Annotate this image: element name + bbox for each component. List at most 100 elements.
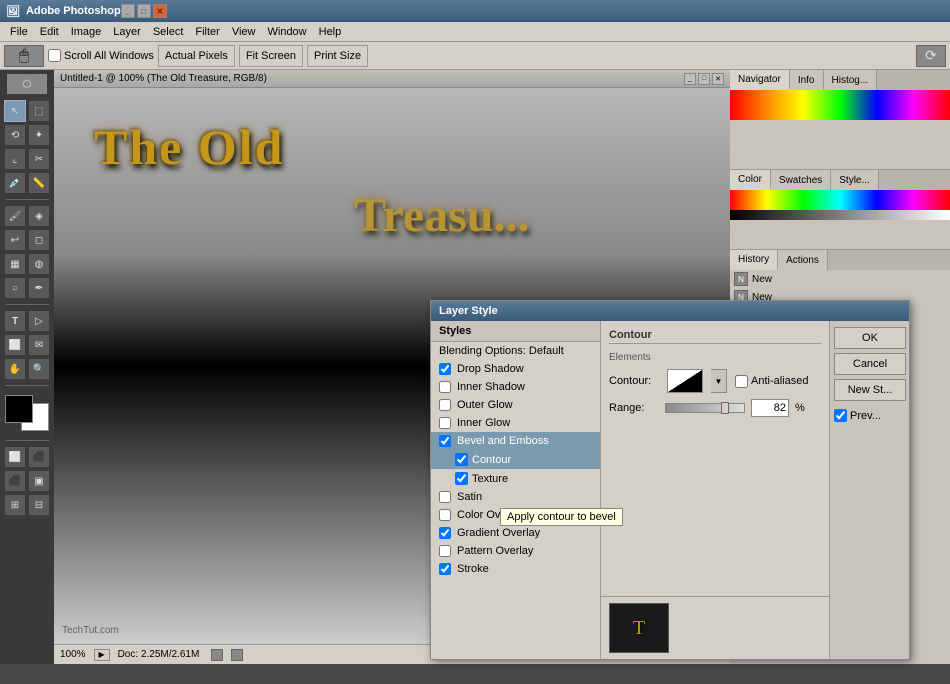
ok-button[interactable]: OK xyxy=(834,327,906,349)
type-tool[interactable]: T xyxy=(4,310,26,332)
pen-tool[interactable]: ✒ xyxy=(28,277,50,299)
cancel-button[interactable]: Cancel xyxy=(834,353,906,375)
contour-preview-dropdown[interactable]: ▼ xyxy=(711,369,727,393)
lasso-tool[interactable]: ⟲ xyxy=(4,124,26,146)
minimize-btn[interactable]: _ xyxy=(121,4,135,18)
brush-tool[interactable]: 🖌 xyxy=(4,205,26,227)
style-stroke-check[interactable] xyxy=(439,563,451,575)
eraser-tool[interactable]: ◻ xyxy=(28,229,50,251)
foreground-color-swatch[interactable] xyxy=(5,395,33,423)
move-tool[interactable]: ↖ xyxy=(4,100,26,122)
menu-image[interactable]: Image xyxy=(65,24,108,40)
tab-swatches[interactable]: Swatches xyxy=(771,170,831,190)
menu-layer[interactable]: Layer xyxy=(107,24,147,40)
style-pattern-overlay[interactable]: Pattern Overlay xyxy=(431,542,600,560)
extra-tool-2[interactable]: ⊟ xyxy=(28,494,50,516)
style-inner-shadow-check[interactable] xyxy=(439,381,451,393)
style-pattern-overlay-check[interactable] xyxy=(439,545,451,557)
style-drop-shadow-check[interactable] xyxy=(439,363,451,375)
screen-mode-2[interactable]: ▣ xyxy=(28,470,50,492)
canvas-maximize[interactable]: □ xyxy=(698,73,710,85)
tab-styles[interactable]: Style... xyxy=(831,170,879,190)
stamp-tool[interactable]: ◈ xyxy=(28,205,50,227)
blur-tool[interactable]: ◍ xyxy=(28,253,50,275)
style-color-overlay-check[interactable] xyxy=(439,509,451,521)
tab-history[interactable]: History xyxy=(730,250,778,270)
prev-button[interactable] xyxy=(211,649,223,661)
style-contour[interactable]: Contour xyxy=(431,450,600,469)
canvas-minimize[interactable]: _ xyxy=(684,73,696,85)
style-outer-glow-check[interactable] xyxy=(439,399,451,411)
style-inner-glow[interactable]: Inner Glow xyxy=(431,414,600,432)
tab-info[interactable]: Info xyxy=(790,70,824,90)
crop-tool[interactable]: ⌞ xyxy=(4,148,26,170)
style-gradient-overlay[interactable]: Gradient Overlay xyxy=(431,524,600,542)
scroll-all-windows-check[interactable]: Scroll All Windows xyxy=(48,49,154,62)
standard-mode[interactable]: ⬜ xyxy=(4,446,26,468)
close-btn[interactable]: ✕ xyxy=(153,4,167,18)
new-style-button[interactable]: New St... xyxy=(834,379,906,401)
style-inner-glow-check[interactable] xyxy=(439,417,451,429)
maximize-btn[interactable]: □ xyxy=(137,4,151,18)
hand-tool[interactable]: ✋ xyxy=(4,358,26,380)
menu-window[interactable]: Window xyxy=(262,24,313,40)
preview-checkbox[interactable] xyxy=(834,409,847,422)
extra-tool-1[interactable]: ⊞ xyxy=(4,494,26,516)
style-satin[interactable]: Satin xyxy=(431,488,600,506)
magic-wand-tool[interactable]: ✦ xyxy=(28,124,50,146)
fit-screen-btn[interactable]: Fit Screen xyxy=(239,45,303,67)
anti-aliased-checkbox[interactable] xyxy=(735,375,748,388)
style-blending-options[interactable]: Blending Options: Default xyxy=(431,342,600,360)
range-slider[interactable] xyxy=(665,403,745,413)
tab-navigator[interactable]: Navigator xyxy=(730,70,790,90)
menu-filter[interactable]: Filter xyxy=(189,24,225,40)
tab-actions[interactable]: Actions xyxy=(778,250,828,270)
shape-tool[interactable]: ⬜ xyxy=(4,334,26,356)
style-texture-check[interactable] xyxy=(455,472,468,485)
style-bevel-emboss-check[interactable] xyxy=(439,435,451,447)
canvas-close[interactable]: ✕ xyxy=(712,73,724,85)
contour-preview-box[interactable] xyxy=(667,369,703,393)
path-select-tool[interactable]: ▷ xyxy=(28,310,50,332)
screen-mode[interactable]: ⬛ xyxy=(4,470,26,492)
style-satin-check[interactable] xyxy=(439,491,451,503)
history-item-0[interactable]: N New xyxy=(730,270,950,288)
ruler-tool[interactable]: 📏 xyxy=(28,172,50,194)
menu-help[interactable]: Help xyxy=(313,24,348,40)
notes-tool[interactable]: ✉ xyxy=(28,334,50,356)
actual-pixels-btn[interactable]: Actual Pixels xyxy=(158,45,235,67)
style-gradient-overlay-check[interactable] xyxy=(439,527,451,539)
style-drop-shadow[interactable]: Drop Shadow xyxy=(431,360,600,378)
color-spectrum[interactable] xyxy=(730,190,950,210)
style-inner-shadow[interactable]: Inner Shadow xyxy=(431,378,600,396)
tab-color[interactable]: Color xyxy=(730,170,771,190)
menu-view[interactable]: View xyxy=(226,24,262,40)
tool-row-9: T ▷ xyxy=(4,310,50,332)
contour-sub-title: Elements xyxy=(609,352,821,363)
style-outer-glow[interactable]: Outer Glow xyxy=(431,396,600,414)
eyedropper-tool[interactable]: 💉 xyxy=(4,172,26,194)
rotate-view-tool[interactable]: ⟳ xyxy=(916,45,946,67)
scroll-all-windows-checkbox[interactable] xyxy=(48,49,61,62)
style-contour-check[interactable] xyxy=(455,453,468,466)
gradient-tool[interactable]: ▦ xyxy=(4,253,26,275)
next-button[interactable] xyxy=(231,649,243,661)
brightness-bar[interactable] xyxy=(730,210,950,220)
zoom-controls[interactable]: ▶ xyxy=(94,649,110,661)
quickmask-mode[interactable]: ⬛ xyxy=(28,446,50,468)
zoom-tool[interactable]: 🔍 xyxy=(28,358,50,380)
slice-tool[interactable]: ✂ xyxy=(28,148,50,170)
style-texture[interactable]: Texture xyxy=(431,469,600,488)
style-stroke[interactable]: Stroke xyxy=(431,560,600,578)
history-brush-tool[interactable]: ↩ xyxy=(4,229,26,251)
print-size-btn[interactable]: Print Size xyxy=(307,45,368,67)
menu-edit[interactable]: Edit xyxy=(34,24,65,40)
tab-histog[interactable]: Histog... xyxy=(824,70,878,90)
dodge-tool[interactable]: ○ xyxy=(4,277,26,299)
range-value-input[interactable]: 82 xyxy=(751,399,789,417)
style-bevel-emboss[interactable]: Bevel and Emboss xyxy=(431,432,600,450)
menu-file[interactable]: File xyxy=(4,24,34,40)
marquee-tool[interactable]: ⬚ xyxy=(28,100,50,122)
menu-select[interactable]: Select xyxy=(147,24,190,40)
style-color-overlay[interactable]: Color Overlay xyxy=(431,506,600,524)
